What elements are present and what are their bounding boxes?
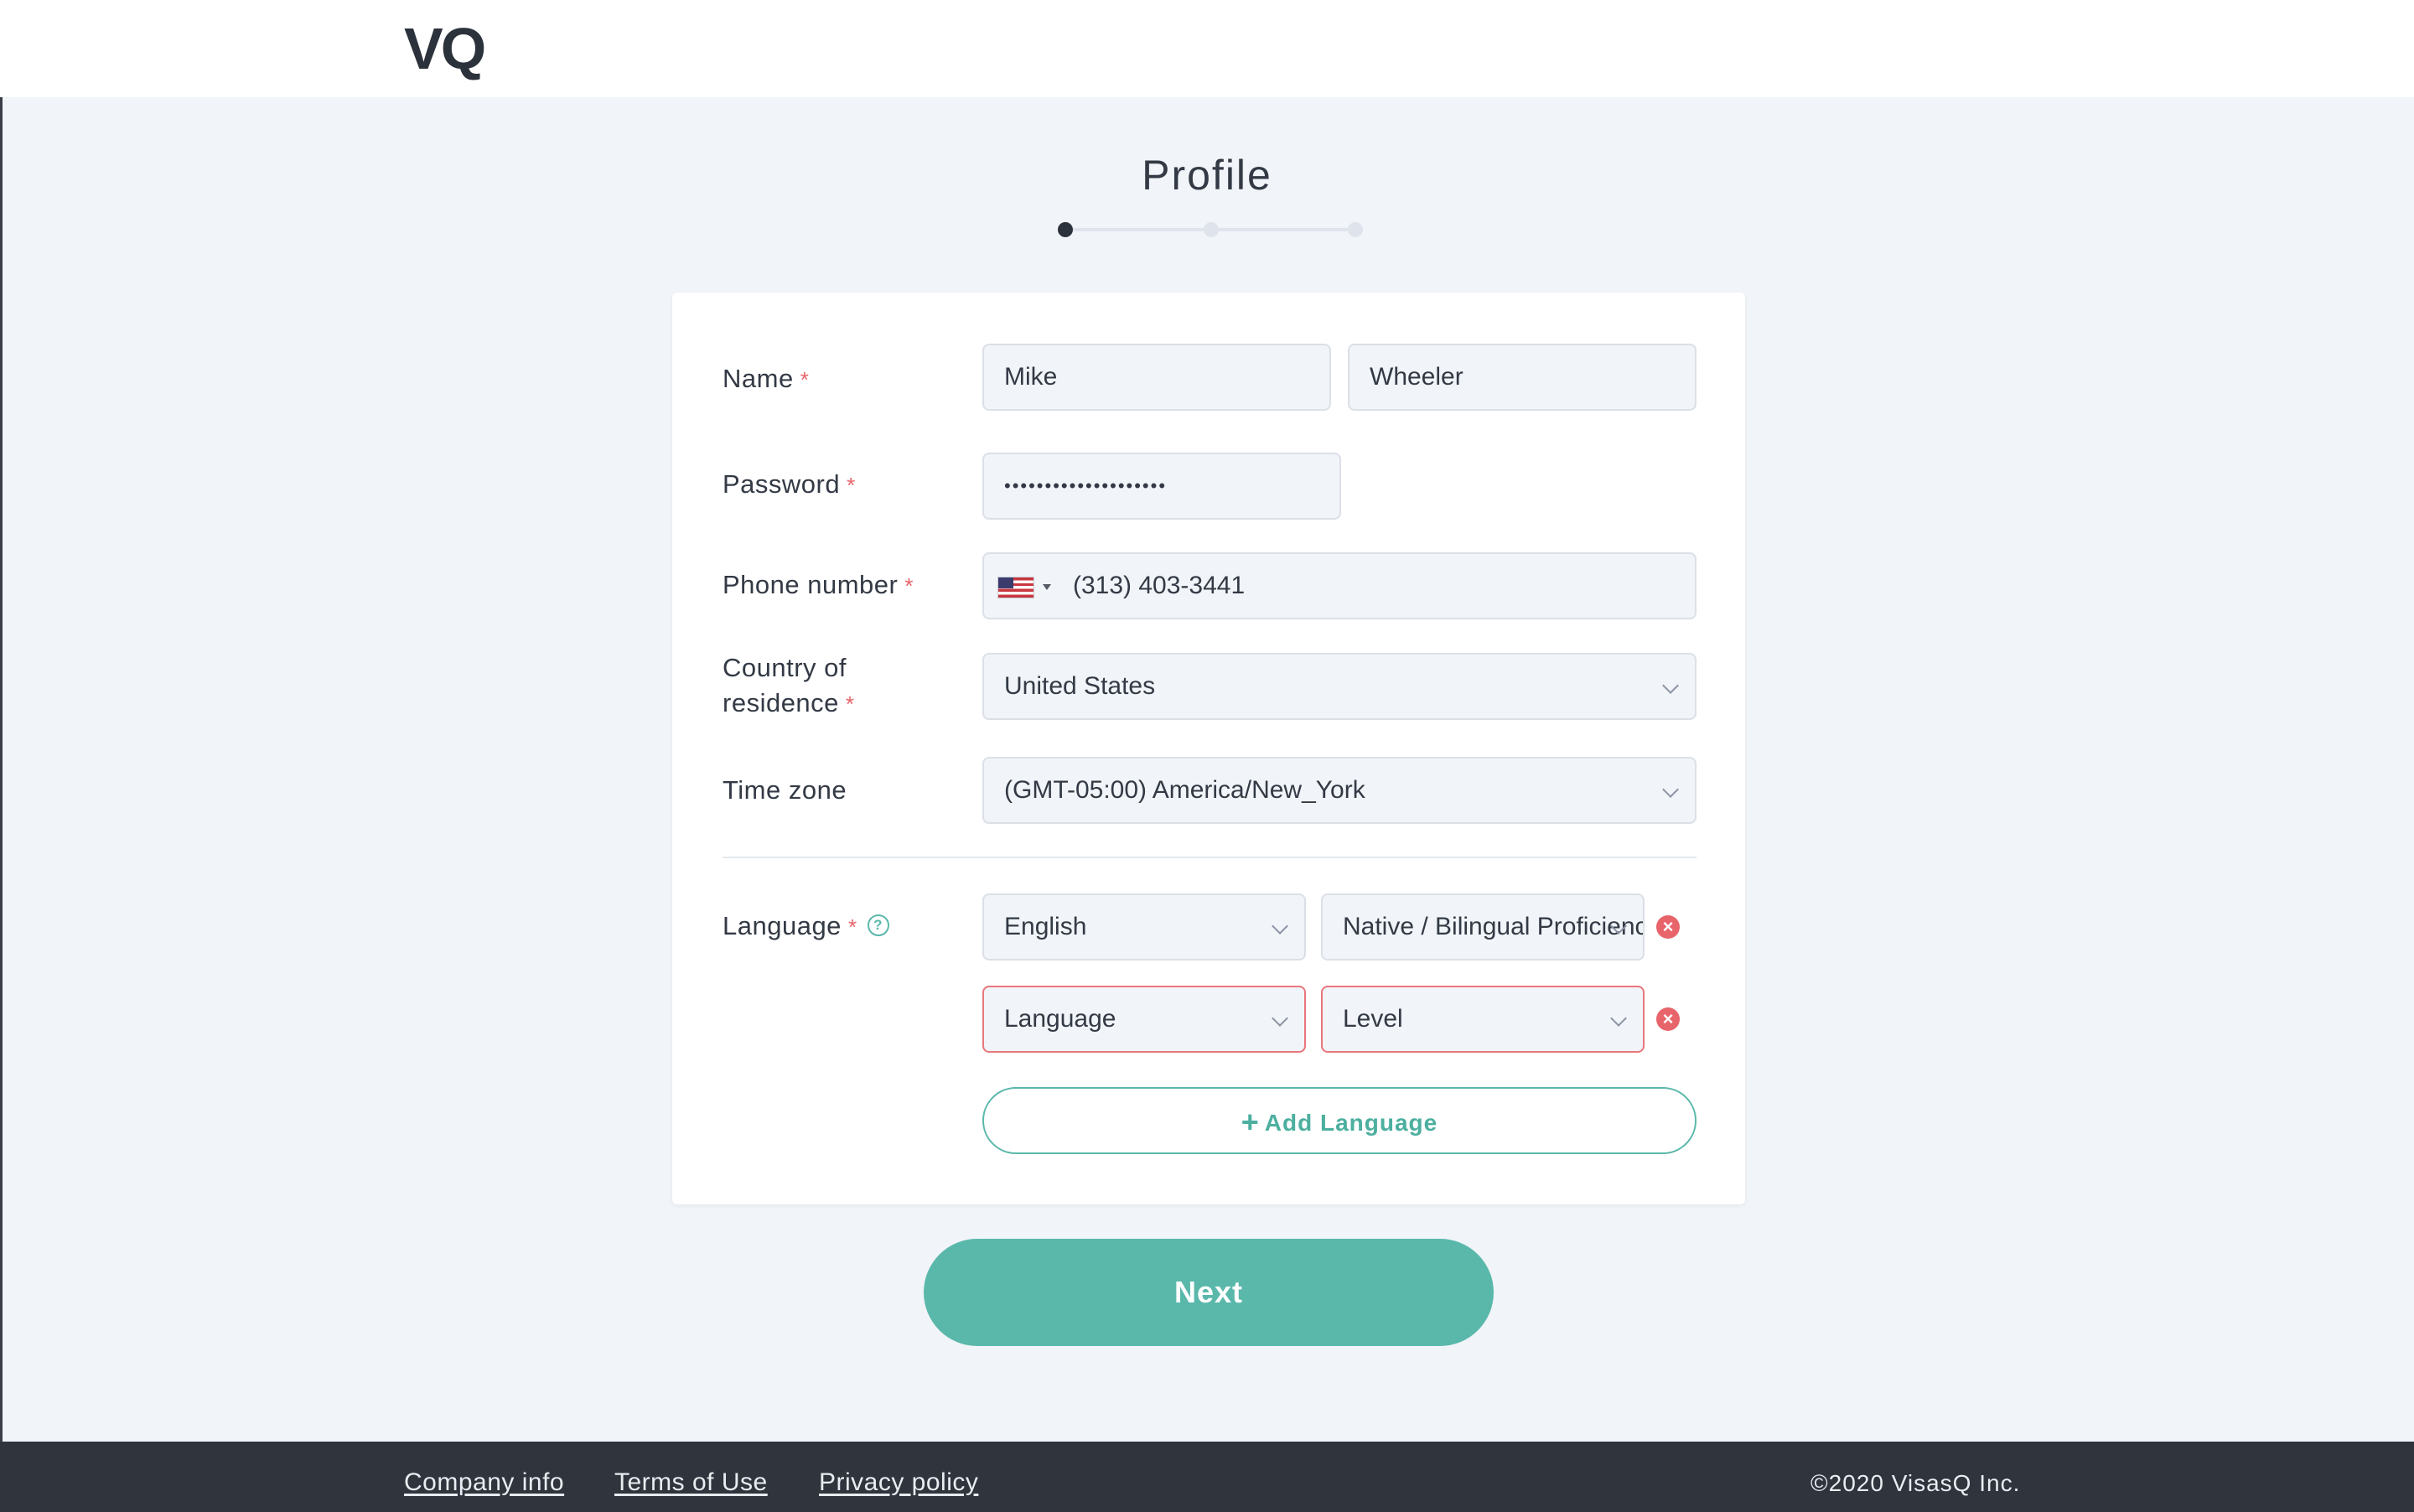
required-mark: * <box>904 573 914 598</box>
timezone-select[interactable]: (GMT-05:00) America/New_York <box>982 757 1697 824</box>
company-info-link[interactable]: Company info <box>404 1468 564 1497</box>
first-name-input[interactable]: Mike <box>982 344 1331 411</box>
chevron-down-icon <box>1662 781 1679 798</box>
footer: Company info Terms of Use Privacy policy… <box>0 1442 2414 1512</box>
section-divider <box>723 857 1697 858</box>
last-name-input[interactable]: Wheeler <box>1348 344 1697 411</box>
terms-of-use-link[interactable]: Terms of Use <box>614 1468 768 1497</box>
chevron-down-icon <box>1610 1010 1627 1027</box>
required-mark: * <box>847 473 856 498</box>
step-1-dot <box>1058 222 1073 237</box>
caret-down-icon[interactable] <box>1043 584 1051 590</box>
level-select-1[interactable]: Native / Bilingual Proficiency <box>1321 893 1645 961</box>
profile-form-card: Name * Mike Wheeler Password * •••••••••••… <box>672 293 1745 1204</box>
step-2-dot <box>1204 222 1219 237</box>
timezone-label: Time zone <box>723 775 847 805</box>
password-label: Password * <box>723 469 856 499</box>
add-language-button[interactable]: + Add Language <box>982 1087 1697 1154</box>
copyright: ©2020 VisasQ Inc. <box>1810 1470 2021 1496</box>
country-label: Country of residence * <box>723 653 855 717</box>
us-flag-icon[interactable] <box>997 577 1034 598</box>
language-select-2[interactable]: Language <box>982 986 1306 1053</box>
progress-stepper <box>1057 221 1364 238</box>
page-title: Profile <box>1142 152 1272 199</box>
chevron-down-icon <box>1272 918 1288 935</box>
next-button[interactable]: Next <box>924 1239 1494 1346</box>
required-mark: * <box>800 367 810 392</box>
plus-icon: + <box>1241 1105 1260 1139</box>
level-select-2[interactable]: Level <box>1321 986 1645 1053</box>
privacy-policy-link[interactable]: Privacy policy <box>819 1468 978 1497</box>
phone-input[interactable]: (313) 403-3441 <box>982 552 1697 619</box>
window-edge <box>0 0 3 1512</box>
country-select[interactable]: United States <box>982 653 1697 720</box>
vq-logo[interactable]: VQ <box>404 15 486 82</box>
language-label: Language *? <box>723 909 889 945</box>
phone-label: Phone number * <box>723 570 914 599</box>
language-select-1[interactable]: English <box>982 893 1306 961</box>
name-label: Name * <box>723 364 810 393</box>
password-input[interactable]: •••••••••••••••••••• <box>982 453 1341 520</box>
step-3-dot <box>1348 222 1363 237</box>
remove-language-icon[interactable]: × <box>1656 915 1680 939</box>
required-mark: * <box>845 691 855 717</box>
chevron-down-icon <box>1272 1010 1288 1027</box>
required-mark: * <box>847 914 857 940</box>
chevron-down-icon <box>1662 677 1679 694</box>
remove-language-icon[interactable]: × <box>1656 1007 1680 1031</box>
top-header: VQ <box>0 0 2414 97</box>
help-icon[interactable]: ? <box>867 914 889 936</box>
